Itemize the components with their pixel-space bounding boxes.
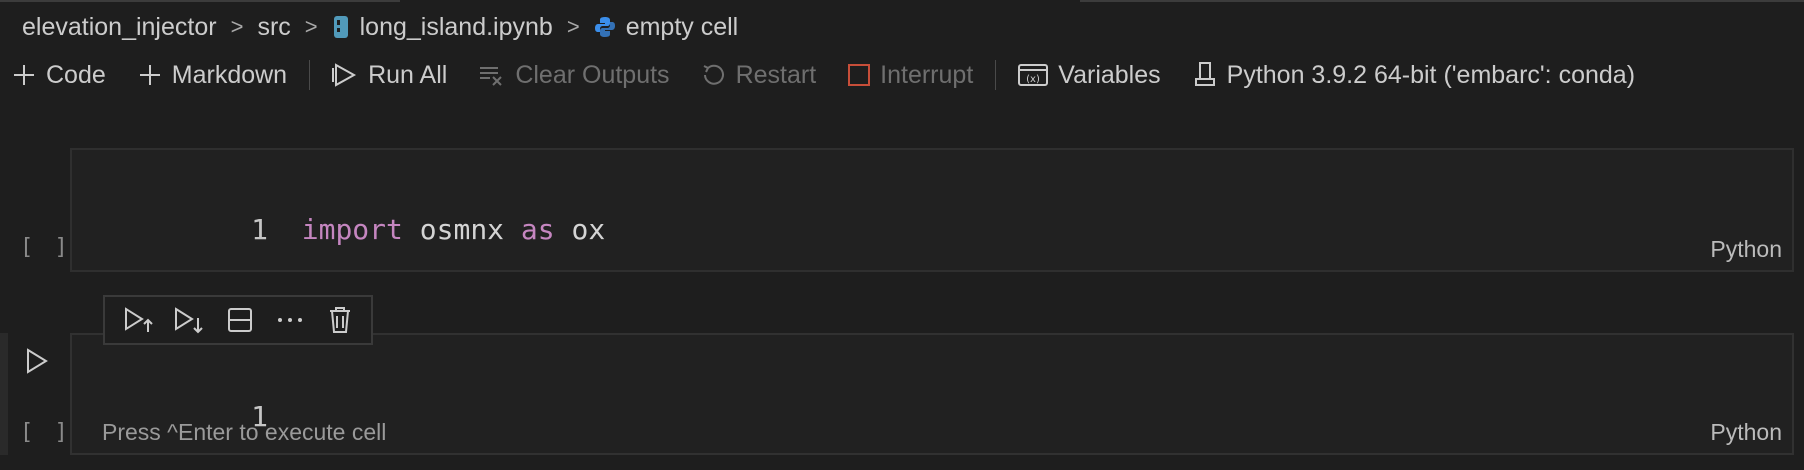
variables-button[interactable]: (x) Variables: [1018, 60, 1161, 90]
interrupt-button[interactable]: Interrupt: [848, 61, 973, 90]
restart-label: Restart: [735, 60, 817, 89]
run-all-button[interactable]: Run All: [332, 61, 447, 90]
run-above-button[interactable]: [115, 298, 165, 342]
tab-border: [0, 0, 400, 2]
split-cell-icon: [228, 308, 252, 332]
code-line[interactable]: 1: [150, 367, 268, 466]
breadcrumb-item-file[interactable]: long_island.ipynb: [332, 13, 553, 42]
tab-border: [1080, 0, 1804, 2]
cell-language-button[interactable]: Python: [1710, 236, 1782, 263]
cell-status-text: Press ^Enter to execute cell: [102, 419, 387, 445]
clear-outputs-button[interactable]: Clear Outputs: [479, 60, 670, 90]
breadcrumb: elevation_injector > src > long_island.i…: [22, 8, 738, 46]
code-keyword: as: [520, 213, 555, 246]
delete-icon: [330, 307, 350, 333]
code-identifier: ox: [571, 213, 606, 246]
svg-text:(x): (x): [1026, 74, 1040, 85]
plus-icon: [14, 65, 34, 85]
run-below-icon: [175, 307, 203, 334]
toolbar-divider: [995, 60, 997, 90]
split-cell-button[interactable]: [215, 298, 265, 342]
breadcrumb-item-cell[interactable]: empty cell: [594, 13, 738, 42]
chevron-right-icon: >: [230, 14, 244, 39]
python-icon: [594, 17, 615, 37]
code-line[interactable]: 1 import osmnx as ox: [150, 180, 605, 279]
toolbar-divider: [309, 60, 311, 90]
restart-icon: [703, 64, 724, 85]
delete-cell-button[interactable]: [315, 298, 365, 342]
cell-toolbar: [103, 295, 373, 345]
clear-outputs-icon: [480, 67, 503, 86]
execution-count: [ ]: [20, 235, 72, 260]
notebook-editor: elevation_injector > src > long_island.i…: [0, 0, 1804, 470]
breadcrumb-item-folder[interactable]: elevation_injector: [22, 13, 217, 42]
cell-selection-indicator: [0, 333, 8, 455]
more-actions-button[interactable]: [265, 298, 315, 342]
add-markdown-cell-button[interactable]: Markdown: [138, 61, 287, 90]
execution-count: [ ]: [20, 420, 72, 445]
interrupt-label: Interrupt: [880, 60, 974, 89]
kernel-label: Python 3.9.2 64-bit ('embarc': conda): [1226, 60, 1636, 89]
line-number: 1: [251, 213, 269, 246]
breadcrumb-item-src[interactable]: src: [257, 13, 290, 42]
code-identifier: osmnx: [419, 213, 505, 246]
restart-button[interactable]: Restart: [702, 60, 817, 90]
variables-icon: (x): [1018, 64, 1049, 86]
kernel-icon: [1194, 62, 1215, 86]
run-below-button[interactable]: [165, 298, 215, 342]
interrupt-icon: [848, 64, 871, 86]
code-cell-active[interactable]: 1 Press ^Enter to execute cell Python: [70, 333, 1794, 455]
chevron-right-icon: >: [566, 14, 580, 39]
notebook-file-icon: [333, 16, 348, 38]
run-cell-icon[interactable]: [26, 348, 48, 374]
plus-icon: [139, 65, 160, 85]
notebook-toolbar: Code Markdown Run All Clear Outputs Rest…: [0, 50, 1804, 100]
cell-language-button[interactable]: Python: [1710, 419, 1782, 446]
run-all-icon: [332, 63, 357, 87]
add-markdown-label: Markdown: [171, 60, 288, 89]
code-cell[interactable]: 1 import osmnx as ox Python: [70, 148, 1794, 272]
variables-label: Variables: [1058, 60, 1161, 89]
more-icon: [278, 318, 302, 322]
add-code-cell-button[interactable]: Code: [12, 61, 106, 90]
run-all-label: Run All: [368, 60, 448, 89]
code-keyword: import: [301, 213, 403, 246]
add-code-label: Code: [46, 60, 106, 89]
kernel-picker-button[interactable]: Python 3.9.2 64-bit ('embarc': conda): [1193, 61, 1635, 90]
clear-outputs-label: Clear Outputs: [515, 60, 670, 89]
chevron-right-icon: >: [304, 14, 318, 39]
run-above-icon: [125, 307, 153, 332]
